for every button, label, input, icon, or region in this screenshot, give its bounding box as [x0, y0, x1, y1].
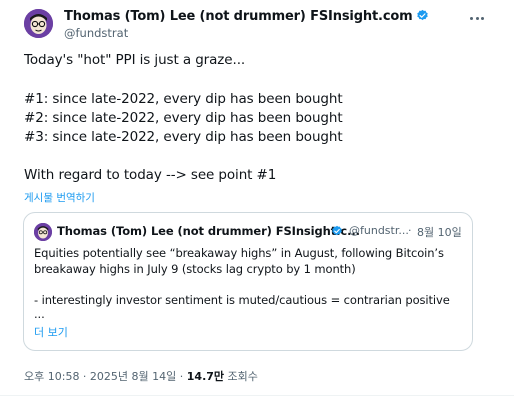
- post-timestamp[interactable]: 오후 10:58 · 2025년 8월 14일 ·: [24, 370, 187, 383]
- tweet-text-line: Today's "hot" PPI is just a graze...: [24, 52, 246, 68]
- quote-text-line: breakaway highs in July 9 (stocks lag cr…: [34, 262, 356, 276]
- quote-text-line: Equities potentially see “breakaway high…: [34, 246, 444, 260]
- quote-separator: ·: [408, 224, 412, 237]
- quote-date: 8월 10일: [417, 226, 462, 239]
- quote-tweet-card[interactable]: Thomas (Tom) Lee (not drummer) FSInsight…: [23, 212, 473, 351]
- author-display-name[interactable]: Thomas (Tom) Lee (not drummer) FSInsight…: [64, 9, 429, 24]
- quote-text-line: ...: [34, 307, 45, 321]
- view-count: 14.7만: [186, 370, 225, 383]
- quote-author-name: Thomas (Tom) Lee (not drummer) FSInsight…: [57, 224, 360, 238]
- cartoon-face-avatar-icon: [34, 223, 52, 241]
- tweet-text-line: #2: since late-2022, every dip has been …: [24, 110, 343, 126]
- tweet-text-line: With regard to today --> see point #1: [24, 167, 277, 183]
- verified-badge-icon: [332, 225, 342, 236]
- post-meta: 오후 10:58 · 2025년 8월 14일 · 14.7만 조회수: [24, 368, 258, 384]
- show-more-link[interactable]: 더 보기: [34, 324, 68, 340]
- avatar[interactable]: [24, 9, 53, 38]
- tweet-text-line: #1: since late-2022, every dip has been …: [24, 91, 343, 107]
- tweet-text-line: #3: since late-2022, every dip has been …: [24, 129, 343, 145]
- divider: [0, 395, 514, 396]
- verified-badge-icon: [416, 9, 428, 21]
- translate-post-link[interactable]: 게시물 번역하기: [24, 190, 95, 205]
- quote-text-line: - interestingly investor sentiment is mu…: [34, 293, 450, 307]
- quote-author-handle: @fundstr...: [349, 224, 409, 237]
- author-handle[interactable]: @fundstrat: [64, 26, 128, 40]
- quote-avatar: [34, 223, 52, 241]
- view-count-label: 조회수: [224, 370, 258, 383]
- cartoon-face-avatar-icon: [24, 9, 53, 38]
- more-options-icon[interactable]: [466, 10, 488, 26]
